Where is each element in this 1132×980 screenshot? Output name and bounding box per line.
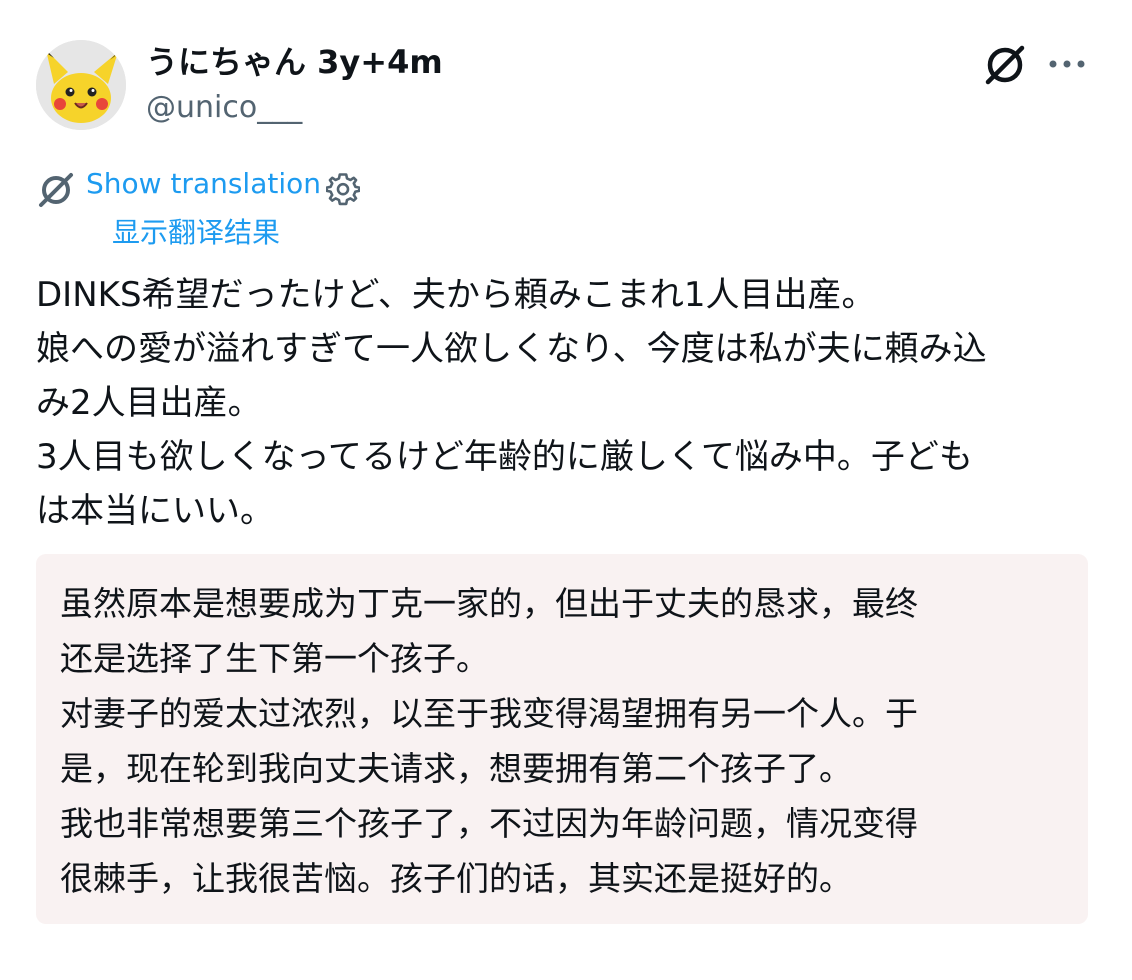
translated-line: 虽然原本是想要成为丁克一家的，但出于丈夫的恳求，最终: [60, 584, 918, 623]
tweet-line: み2人目出産。: [36, 383, 262, 423]
translation-row: Show translation: [36, 166, 736, 210]
translated-line: 我也非常想要第三个孩子了，不过因为年龄问题，情况变得: [60, 804, 918, 843]
translated-line: 很棘手，让我很苦恼。孩子们的话，其实还是挺好的。: [60, 859, 852, 898]
more-dots-icon: [1049, 60, 1085, 68]
translate-slash-icon[interactable]: [982, 42, 1028, 88]
show-translation-cn-link[interactable]: 显示翻译结果: [112, 214, 280, 252]
translated-line: 是，现在轮到我向丈夫请求，想要拥有第二个孩子了。: [60, 749, 852, 788]
pikachu-avatar-icon: [36, 40, 126, 130]
tweet-line: は本当にいい。: [36, 491, 274, 531]
display-name[interactable]: うにちゃん 3y+4m: [146, 40, 443, 84]
translate-logo-icon: [36, 170, 76, 210]
user-handle[interactable]: @unico___: [146, 88, 302, 128]
translated-text-box: 虽然原本是想要成为丁克一家的，但出于丈夫的恳求，最终 还是选择了生下第一个孩子。…: [36, 554, 1088, 924]
tweet-line: 3人目も欲しくなってるけど年齢的に厳しくて悩み中。子ども: [36, 437, 973, 477]
more-options-button[interactable]: [1046, 46, 1088, 82]
avatar[interactable]: [36, 40, 126, 130]
show-translation-link[interactable]: Show translation: [86, 166, 321, 202]
tweet-line: 娘への愛が溢れすぎて一人欲しくなり、今度は私が夫に頼み込: [36, 329, 987, 369]
tweet-line: DINKS希望だったけど、夫から頼みこまれ1人目出産。: [36, 275, 876, 315]
translated-line: 还是选择了生下第一个孩子。: [60, 639, 489, 678]
gear-icon[interactable]: [325, 172, 361, 206]
tweet-text: DINKS希望だったけど、夫から頼みこまれ1人目出産。 娘への愛が溢れすぎて一人…: [36, 268, 1098, 538]
translated-line: 对妻子的爱太过浓烈，以至于我变得渴望拥有另一个人。于: [60, 694, 918, 733]
